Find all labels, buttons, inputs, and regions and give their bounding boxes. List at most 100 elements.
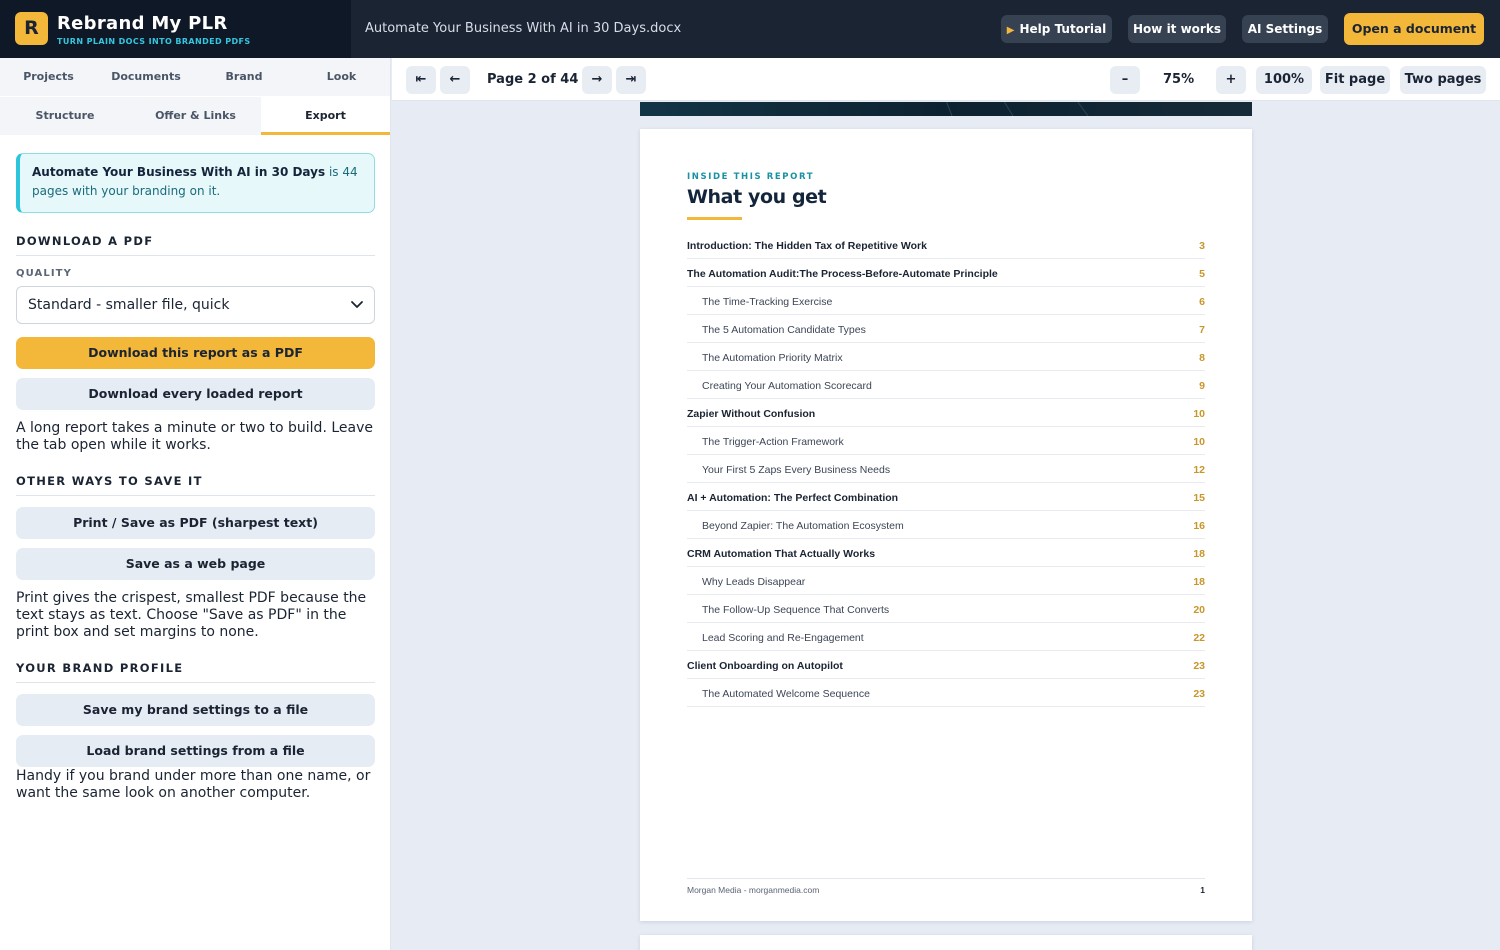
tab-export[interactable]: Export (261, 97, 390, 135)
download-divider (16, 255, 375, 256)
previous-page-preview (640, 102, 1252, 116)
quality-select[interactable]: Standard - smaller file, quick (16, 286, 375, 324)
save-brand-settings-button[interactable]: Save my brand settings to a file (16, 694, 375, 726)
quality-value: Standard - smaller file, quick (28, 297, 230, 313)
report-title: Automate Your Business With AI in 30 Day… (32, 165, 326, 179)
toc-page-number: 12 (1193, 464, 1205, 476)
download-pdf-button[interactable]: Download this report as a PDF (16, 337, 375, 369)
tab-look[interactable]: Look (293, 58, 390, 96)
toc-page-number: 18 (1193, 548, 1205, 560)
toc-row[interactable]: CRM Automation That Actually Works 18 (687, 539, 1205, 567)
download-note: A long report takes a minute or two to b… (16, 420, 373, 453)
toc-row[interactable]: The Follow-Up Sequence That Converts 20 (687, 595, 1205, 623)
toc-page-number: 22 (1193, 632, 1205, 644)
report-info-box: Automate Your Business With AI in 30 Day… (16, 153, 375, 213)
app-logo: R (15, 12, 48, 45)
toc-title: Creating Your Automation Scorecard (702, 380, 872, 392)
toc-page-number: 16 (1193, 520, 1205, 532)
page-footer-text: Morgan Media - morganmedia.com (687, 885, 820, 895)
load-brand-settings-button[interactable]: Load brand settings from a file (16, 735, 375, 767)
toc-row[interactable]: Beyond Zapier: The Automation Ecosystem 1… (687, 511, 1205, 539)
viewer-toolbar: ⇤ ← Page 2 of 44 → ⇥ – 75% + 100% Fit pa… (392, 58, 1500, 101)
fit-page-button[interactable]: Fit page (1320, 66, 1390, 94)
profile-divider (16, 682, 375, 683)
toc-row[interactable]: AI + Automation: The Perfect Combination… (687, 483, 1205, 511)
toc-page-number: 3 (1199, 240, 1205, 252)
play-icon: ▶ (1006, 25, 1015, 36)
toc-row[interactable]: The Automation Priority Matrix 8 (687, 343, 1205, 371)
footer-divider (687, 878, 1205, 879)
open-document-button[interactable]: Open a document (1344, 13, 1484, 45)
toc-row[interactable]: Your First 5 Zaps Every Business Needs 12 (687, 455, 1205, 483)
print-save-pdf-button[interactable]: Print / Save as PDF (sharpest text) (16, 507, 375, 539)
chevron-down-icon (351, 301, 363, 308)
zoom-in-button[interactable]: + (1216, 66, 1246, 94)
quality-label: QUALITY (16, 268, 72, 279)
top-bar: R Rebrand My PLR TURN PLAIN DOCS INTO BR… (0, 0, 1500, 58)
other-divider (16, 495, 375, 496)
download-all-button[interactable]: Download every loaded report (16, 378, 375, 410)
prev-page-button[interactable]: ← (440, 66, 470, 94)
tab-structure[interactable]: Structure (0, 97, 130, 135)
toc-title: Introduction: The Hidden Tax of Repetiti… (687, 240, 927, 252)
last-page-button[interactable]: ⇥ (616, 66, 646, 94)
help-tutorial-label: Help Tutorial (1019, 22, 1107, 36)
toc-page-number: 7 (1199, 324, 1205, 336)
toc-title: CRM Automation That Actually Works (687, 548, 876, 560)
page-heading: What you get (687, 186, 827, 208)
toc-row[interactable]: Creating Your Automation Scorecard 9 (687, 371, 1205, 399)
toc-row[interactable]: The 5 Automation Candidate Types 7 (687, 315, 1205, 343)
first-page-button[interactable]: ⇤ (406, 66, 436, 94)
zoom-out-button[interactable]: – (1110, 66, 1140, 94)
toc-row[interactable]: The Time-Tracking Exercise 6 (687, 287, 1205, 315)
document-viewer[interactable]: INSIDE THIS REPORT What you get Introduc… (392, 102, 1500, 950)
toc-page-number: 18 (1193, 576, 1205, 588)
toc-row[interactable]: Client Onboarding on Autopilot 23 (687, 651, 1205, 679)
toc-page-number: 15 (1193, 492, 1205, 504)
two-pages-button[interactable]: Two pages (1400, 66, 1486, 94)
toc-row[interactable]: Lead Scoring and Re-Engagement 22 (687, 623, 1205, 651)
toc-row[interactable]: Zapier Without Confusion 10 (687, 399, 1205, 427)
zoom-level: 75% (1163, 72, 1195, 87)
document-page: INSIDE THIS REPORT What you get Introduc… (640, 129, 1252, 921)
how-it-works-button[interactable]: How it works (1128, 15, 1226, 43)
toc-title: The Follow-Up Sequence That Converts (702, 604, 890, 616)
toc-row[interactable]: The Trigger-Action Framework 10 (687, 427, 1205, 455)
toc-page-number: 23 (1193, 688, 1205, 700)
toc-title: Why Leads Disappear (702, 576, 806, 588)
toc-row[interactable]: Introduction: The Hidden Tax of Repetiti… (687, 231, 1205, 259)
help-tutorial-button[interactable]: ▶ Help Tutorial (1001, 15, 1112, 43)
zoom-100-button[interactable]: 100% (1256, 66, 1312, 94)
tab-projects[interactable]: Projects (0, 58, 97, 96)
toc-title: Your First 5 Zaps Every Business Needs (702, 464, 891, 476)
ai-settings-button[interactable]: AI Settings (1242, 15, 1328, 43)
toc-title: The Automation Priority Matrix (702, 352, 843, 364)
next-page-button[interactable]: → (582, 66, 612, 94)
toc-page-number: 8 (1199, 352, 1205, 364)
toc-title: The Trigger-Action Framework (702, 436, 844, 448)
heading-accent (687, 217, 742, 220)
other-section-title: OTHER WAYS TO SAVE IT (16, 474, 203, 488)
toc-row[interactable]: Why Leads Disappear 18 (687, 567, 1205, 595)
toc-page-number: 20 (1193, 604, 1205, 616)
profile-section-title: YOUR BRAND PROFILE (16, 661, 184, 675)
toc-title: The Time-Tracking Exercise (702, 296, 833, 308)
app-tagline: TURN PLAIN DOCS INTO BRANDED PDFS (57, 37, 251, 46)
page-footer-number: 1 (1200, 885, 1205, 895)
toc-page-number: 10 (1193, 408, 1205, 420)
toc-title: The Automation Audit:The Process-Before-… (687, 268, 998, 280)
toc-row[interactable]: The Automation Audit:The Process-Before-… (687, 259, 1205, 287)
cover-art (640, 102, 1252, 116)
toc-row[interactable]: The Automated Welcome Sequence 23 (687, 679, 1205, 707)
save-web-page-button[interactable]: Save as a web page (16, 548, 375, 580)
tab-offer-links[interactable]: Offer & Links (130, 97, 261, 135)
toc-page-number: 23 (1193, 660, 1205, 672)
document-name: Automate Your Business With AI in 30 Day… (365, 21, 682, 36)
brand-block: R Rebrand My PLR TURN PLAIN DOCS INTO BR… (0, 0, 351, 58)
toc-page-number: 6 (1199, 296, 1205, 308)
toc-title: The Automated Welcome Sequence (702, 688, 870, 700)
tab-brand[interactable]: Brand (195, 58, 293, 96)
profile-note: Handy if you brand under more than one n… (16, 768, 371, 801)
tab-documents[interactable]: Documents (97, 58, 195, 96)
app-name: Rebrand My PLR (57, 13, 228, 34)
